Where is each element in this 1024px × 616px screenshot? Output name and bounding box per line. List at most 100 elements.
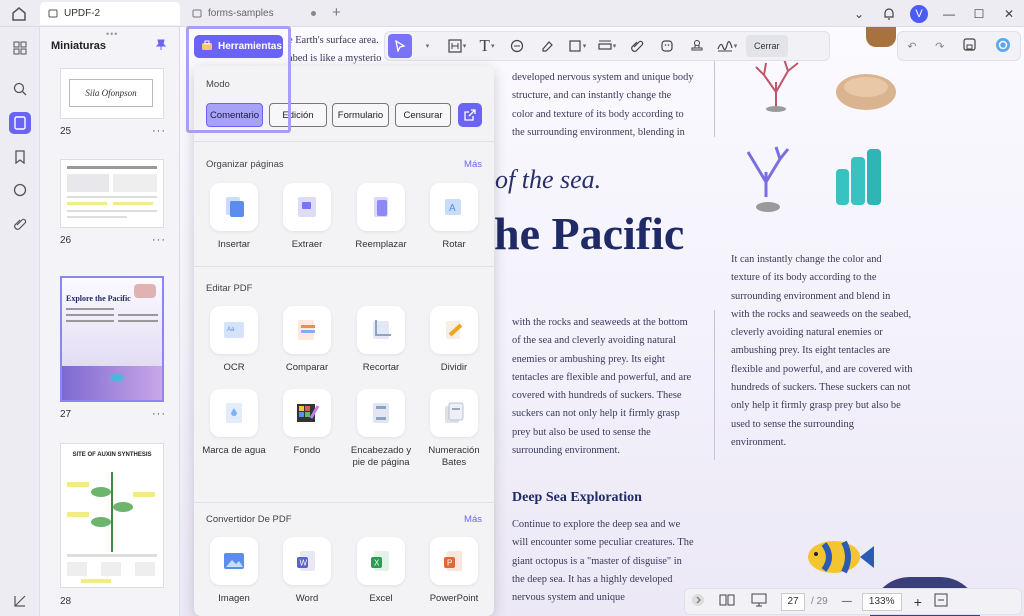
eraser-icon[interactable] bbox=[532, 34, 562, 58]
rotate-tool[interactable]: A Rotar bbox=[419, 183, 489, 251]
minimize-icon[interactable]: — bbox=[934, 0, 964, 27]
ocr-icon: Aa bbox=[210, 306, 258, 354]
drag-handle[interactable]: ••• bbox=[106, 29, 118, 39]
thumb-title: Explore the Pacific bbox=[66, 294, 131, 303]
fish-illustration bbox=[808, 540, 874, 574]
bates-number-tool[interactable]: Numeración Bates bbox=[419, 389, 489, 469]
undo-icon[interactable]: ↶ bbox=[907, 40, 916, 53]
external-link-icon[interactable] bbox=[458, 103, 482, 127]
page-number: 28 bbox=[60, 596, 72, 607]
page-number-input[interactable]: 27 bbox=[781, 592, 805, 611]
select-tool-icon[interactable] bbox=[388, 34, 412, 58]
header-footer-icon bbox=[357, 389, 405, 437]
redo-icon[interactable]: ↷ bbox=[935, 40, 944, 53]
save-icon[interactable] bbox=[963, 38, 976, 54]
pin-icon[interactable] bbox=[155, 39, 167, 51]
thumbnail-page-26[interactable] bbox=[60, 159, 164, 228]
more-options-icon[interactable]: ··· bbox=[152, 408, 166, 420]
ai-assistant-icon[interactable] bbox=[995, 37, 1011, 56]
sticker-icon[interactable] bbox=[652, 34, 682, 58]
search-icon[interactable] bbox=[9, 78, 31, 100]
tab-label: forms-samples bbox=[208, 8, 274, 19]
thumbnails-icon[interactable] bbox=[9, 112, 31, 134]
background-tool[interactable]: Fondo bbox=[272, 389, 342, 457]
bell-icon[interactable] bbox=[874, 0, 904, 27]
new-tab-icon[interactable]: + bbox=[332, 4, 341, 21]
measure-tool-icon[interactable]: ▾ bbox=[592, 34, 622, 58]
insert-icon bbox=[210, 183, 258, 231]
stamp-icon[interactable] bbox=[682, 34, 712, 58]
text-tool-icon[interactable]: T ▾ bbox=[472, 34, 502, 58]
chevron-down-icon[interactable]: ⌄ bbox=[844, 0, 874, 27]
fit-page-icon[interactable] bbox=[934, 593, 948, 610]
mode-form-button[interactable]: Formulario bbox=[332, 103, 389, 127]
comment-icon[interactable] bbox=[9, 179, 31, 201]
italic-heading: of the sea. bbox=[495, 165, 602, 194]
watermark-tool[interactable]: Marca de agua bbox=[199, 389, 269, 457]
bates-number-icon bbox=[430, 389, 478, 437]
organize-more-link[interactable]: Más bbox=[464, 159, 482, 170]
select-dropdown-icon[interactable]: ▾ bbox=[412, 34, 442, 58]
signature-icon[interactable]: ▾ bbox=[712, 34, 742, 58]
text-box-icon[interactable]: ▾ bbox=[442, 34, 472, 58]
home-icon[interactable] bbox=[10, 5, 28, 23]
collapse-icon[interactable] bbox=[691, 593, 705, 610]
convert-powerpoint-tool[interactable]: P PowerPoint bbox=[419, 537, 489, 605]
extract-icon bbox=[283, 183, 331, 231]
close-toolbar-button[interactable]: Cerrar bbox=[746, 35, 788, 57]
extract-tool[interactable]: Extraer bbox=[272, 183, 342, 251]
divider bbox=[194, 502, 494, 503]
word-icon: W bbox=[283, 537, 331, 585]
organize-label: Organizar páginas bbox=[206, 159, 284, 170]
close-icon[interactable]: ✕ bbox=[994, 0, 1024, 27]
attach-tool-icon[interactable] bbox=[622, 34, 652, 58]
edit-label: Editar PDF bbox=[206, 283, 253, 294]
thumbnail-page-25[interactable]: Sila Ofonpson bbox=[60, 68, 164, 119]
excel-icon: X bbox=[357, 537, 405, 585]
watermark-icon bbox=[210, 389, 258, 437]
unsaved-dot-icon bbox=[311, 11, 316, 16]
coral-illustrations bbox=[746, 58, 896, 212]
text-snippet: e Earth's surface area. bbox=[288, 35, 379, 46]
reading-mode-icon[interactable] bbox=[719, 593, 735, 610]
replace-tool[interactable]: Reemplazar bbox=[346, 183, 416, 251]
converter-more-link[interactable]: Más bbox=[464, 514, 482, 525]
split-tool[interactable]: Dividir bbox=[419, 306, 489, 374]
divider bbox=[194, 141, 494, 142]
mode-redact-button[interactable]: Censurar bbox=[395, 103, 451, 127]
zoom-out-icon[interactable]: — bbox=[842, 596, 852, 607]
thumbnail-page-28[interactable]: SITE OF AUXIN SYNTHESIS bbox=[60, 443, 164, 588]
tab-forms-samples[interactable]: forms-samples bbox=[184, 2, 324, 25]
convert-word-tool[interactable]: W Word bbox=[272, 537, 342, 605]
zoom-level[interactable]: 133% bbox=[861, 592, 902, 611]
layers-icon[interactable] bbox=[9, 590, 31, 612]
total-pages: / 29 bbox=[811, 596, 828, 607]
plant-diagram-preview bbox=[67, 472, 157, 583]
thumbnail-page-27[interactable]: Explore the Pacific bbox=[60, 276, 164, 402]
more-options-icon[interactable]: ··· bbox=[152, 234, 166, 246]
bookmark-icon[interactable] bbox=[9, 146, 31, 168]
zoom-in-icon[interactable]: + bbox=[914, 594, 922, 610]
tab-updf-2[interactable]: UPDF-2 bbox=[40, 2, 180, 25]
insert-tool[interactable]: Insertar bbox=[199, 183, 269, 251]
comment-tool-icon[interactable] bbox=[502, 34, 532, 58]
crop-tool[interactable]: Recortar bbox=[346, 306, 416, 374]
page-number: 27 bbox=[60, 409, 72, 420]
svg-text:Aa: Aa bbox=[227, 327, 235, 333]
grid-view-icon[interactable] bbox=[9, 37, 31, 59]
convert-image-tool[interactable]: Imagen bbox=[199, 537, 269, 605]
header-footer-tool[interactable]: Encabezado y pie de página bbox=[346, 389, 416, 469]
background-icon bbox=[283, 389, 331, 437]
avatar[interactable]: V bbox=[904, 0, 934, 27]
convert-excel-tool[interactable]: X Excel bbox=[346, 537, 416, 605]
more-options-icon[interactable]: ··· bbox=[152, 125, 166, 137]
main-heading: he Pacific bbox=[494, 208, 685, 259]
attachment-icon[interactable] bbox=[9, 213, 31, 235]
compare-tool[interactable]: Comparar bbox=[272, 306, 342, 374]
presentation-icon[interactable] bbox=[751, 593, 767, 610]
document-icon bbox=[48, 9, 58, 19]
secondary-toolbar: ↶ ↷ bbox=[897, 31, 1021, 61]
shape-tool-icon[interactable]: ▾ bbox=[562, 34, 592, 58]
ocr-tool[interactable]: Aa OCR bbox=[199, 306, 269, 374]
maximize-icon[interactable]: ☐ bbox=[964, 0, 994, 27]
